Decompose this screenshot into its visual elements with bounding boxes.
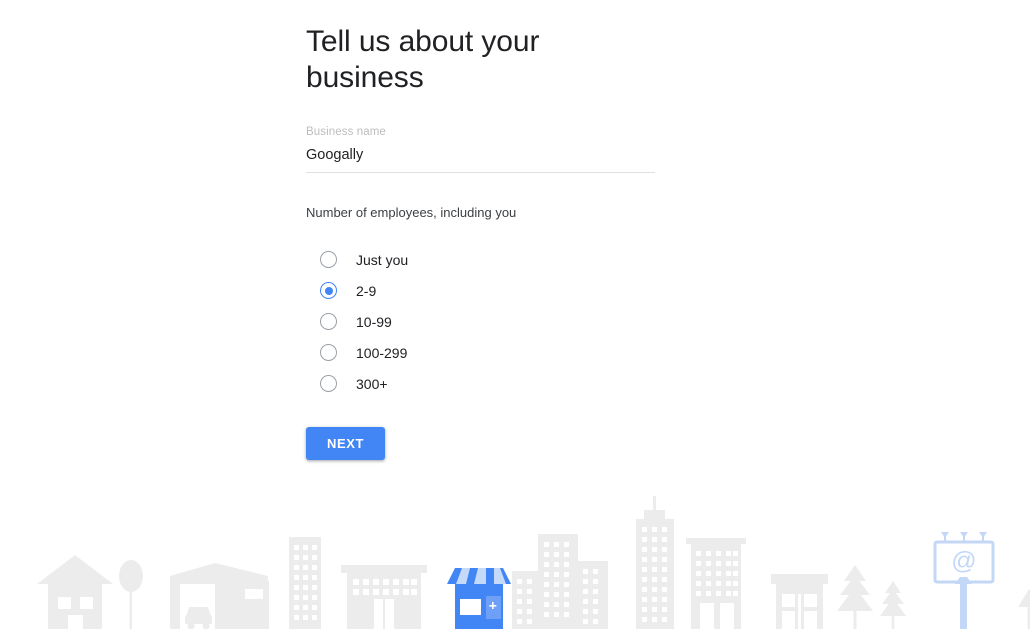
business-name-input[interactable]: Googally: [306, 146, 655, 165]
radio-option-100-299[interactable]: 100-299: [320, 337, 726, 368]
city-skyline-illustration: @: [37, 496, 1030, 629]
radio-label: 300+: [356, 375, 388, 392]
billboard-at-symbol: @: [951, 547, 976, 575]
radio-option-2-9[interactable]: 2-9: [320, 275, 726, 306]
far-right-partial-tree-icon: [1018, 589, 1030, 629]
employees-radio-group: Just you 2-9 10-99 100-299 300+: [320, 244, 726, 399]
radio-circle-selected-icon[interactable]: [320, 282, 337, 299]
radio-label: 10-99: [356, 313, 392, 330]
radio-circle-icon[interactable]: [320, 344, 337, 361]
house-windows: [58, 597, 93, 629]
radio-label: 2-9: [356, 282, 377, 299]
wide-storefront-icon: [341, 565, 427, 629]
round-tree-icon: [119, 560, 143, 629]
radio-option-10-99[interactable]: 10-99: [320, 306, 726, 337]
radio-circle-icon[interactable]: [320, 251, 337, 268]
skyscraper-icon: [636, 496, 674, 629]
radio-circle-icon[interactable]: [320, 375, 337, 392]
radio-option-300-plus[interactable]: 300+: [320, 368, 726, 399]
narrow-tower-icon: [289, 537, 321, 629]
small-storefront-icon: [771, 574, 828, 629]
apartment-block-icon: [686, 538, 746, 629]
carport-building-icon: [170, 563, 269, 629]
radio-circle-icon[interactable]: [320, 313, 337, 330]
radio-label: 100-299: [356, 344, 408, 361]
house-icon: [37, 555, 113, 629]
business-name-input-row[interactable]: Googally: [306, 146, 655, 173]
blue-storefront-icon: [447, 568, 511, 629]
business-name-label: Business name: [306, 126, 386, 138]
page-title: Tell us about your business: [306, 25, 540, 94]
radio-option-just-you[interactable]: Just you: [320, 244, 726, 275]
radio-label: Just you: [356, 251, 409, 268]
employees-group-label: Number of employees, including you: [306, 205, 517, 220]
pine-tree-large-icon: [837, 565, 873, 629]
business-name-field-block: Business name Googally: [306, 125, 655, 173]
billboard-icon: @: [933, 532, 995, 629]
next-button[interactable]: NEXT: [306, 427, 385, 460]
midrise-cluster-icon: [512, 534, 608, 629]
onboarding-form: Tell us about your business Business nam…: [306, 0, 726, 460]
pine-tree-small-icon: [880, 581, 906, 629]
carport-window: [245, 589, 263, 599]
car-icon: [185, 607, 212, 629]
